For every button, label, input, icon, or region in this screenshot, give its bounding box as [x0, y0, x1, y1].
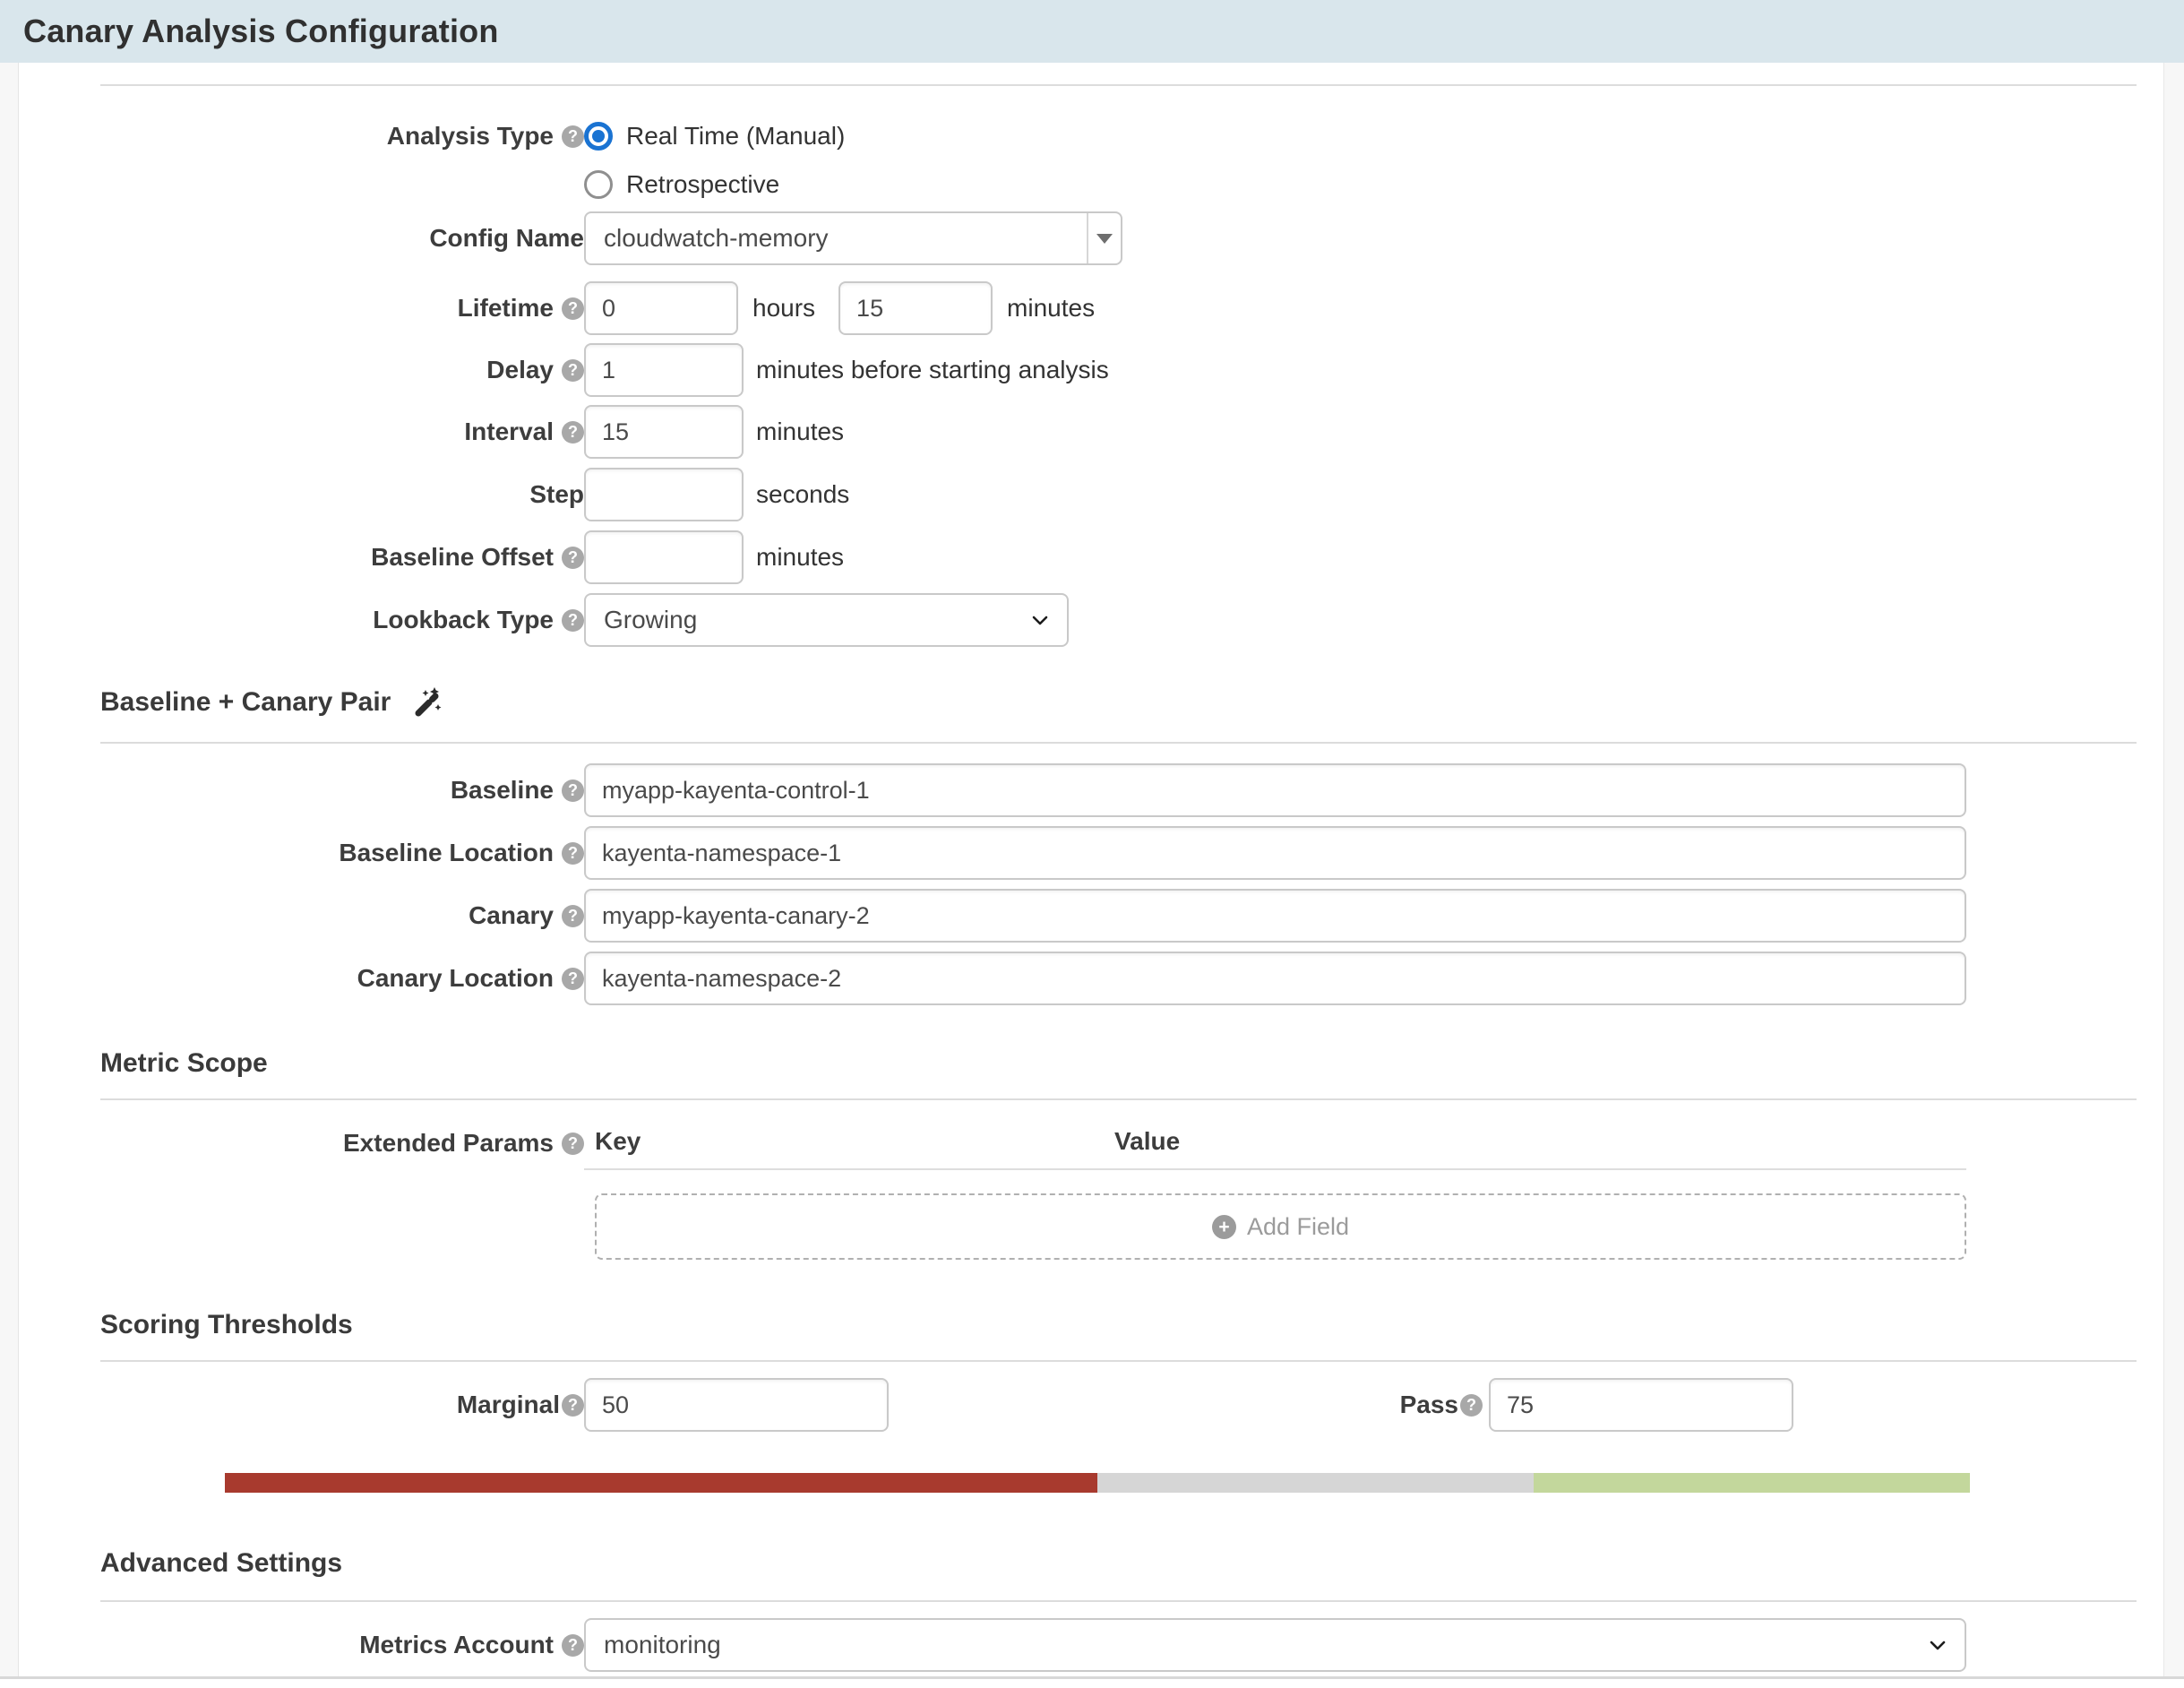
help-icon[interactable]: ?	[562, 1634, 584, 1657]
lifetime-label: Lifetime ?	[100, 294, 584, 323]
help-icon[interactable]: ?	[562, 779, 584, 802]
left-gutter	[0, 63, 19, 1676]
step-label: Step	[100, 480, 584, 509]
dropdown-caret-icon	[1096, 234, 1113, 244]
help-icon[interactable]: ?	[1460, 1394, 1483, 1417]
lookback-type-select[interactable]: Growing	[584, 593, 1069, 647]
metrics-account-label: Metrics Account ?	[100, 1631, 584, 1659]
score-threshold-bar	[225, 1473, 1970, 1493]
chevron-down-icon	[1028, 607, 1053, 633]
metric-scope-title: Metric Scope	[100, 1048, 2137, 1079]
baseline-offset-input[interactable]	[584, 530, 744, 584]
radio-real-time[interactable]: Real Time (Manual)	[584, 120, 845, 152]
radio-button-icon[interactable]	[584, 170, 613, 199]
pass-label: Pass ?	[889, 1391, 1483, 1419]
extended-params-header-row: Key Value	[584, 1127, 1966, 1170]
add-field-button[interactable]: + Add Field	[595, 1193, 1966, 1260]
config-name-select[interactable]: cloudwatch-memory	[584, 211, 1122, 265]
page-header: Canary Analysis Configuration	[0, 0, 2184, 63]
canary-location-label: Canary Location ?	[100, 964, 584, 993]
radio-retrospective-label[interactable]: Retrospective	[626, 170, 779, 199]
radio-retrospective[interactable]: Retrospective	[584, 168, 2137, 201]
lookback-type-label: Lookback Type ?	[100, 606, 584, 634]
delay-label: Delay ?	[100, 356, 584, 384]
magic-wand-icon[interactable]	[410, 686, 443, 719]
help-icon[interactable]: ?	[562, 547, 584, 569]
analysis-type-label: Analysis Type ?	[100, 122, 584, 151]
canary-config-panel: Analysis Type ? Real Time (Manual) Retro…	[19, 63, 2163, 1676]
step-unit: seconds	[756, 480, 849, 509]
dropdown-caret-button[interactable]	[1087, 213, 1121, 263]
lifetime-minutes-unit: minutes	[1007, 294, 1095, 323]
help-icon[interactable]: ?	[562, 359, 584, 382]
section-divider	[100, 84, 2137, 86]
interval-input[interactable]	[584, 405, 744, 459]
extended-params-table: Key Value + Add Field	[584, 1127, 1966, 1260]
extended-params-label: Extended Params ?	[100, 1129, 584, 1158]
delay-input[interactable]	[584, 343, 744, 397]
section-divider	[100, 1360, 2137, 1362]
lifetime-hours-unit: hours	[752, 294, 815, 323]
interval-label: Interval ?	[100, 418, 584, 446]
advanced-settings-title: Advanced Settings	[100, 1548, 2137, 1579]
help-icon[interactable]: ?	[562, 842, 584, 865]
help-icon[interactable]: ?	[562, 125, 584, 148]
pass-input[interactable]	[1489, 1378, 1793, 1432]
right-gutter	[2163, 63, 2184, 1676]
scoring-thresholds-title: Scoring Thresholds	[100, 1310, 2137, 1340]
help-icon[interactable]: ?	[562, 297, 584, 320]
radio-button-icon[interactable]	[584, 122, 613, 151]
step-input[interactable]	[584, 468, 744, 521]
baseline-offset-label: Baseline Offset ?	[100, 543, 584, 572]
canary-input[interactable]	[584, 889, 1966, 943]
panel-bottom-border	[0, 1676, 2184, 1679]
baseline-offset-unit: minutes	[756, 543, 844, 572]
baseline-location-label: Baseline Location ?	[100, 839, 584, 867]
page-title: Canary Analysis Configuration	[23, 13, 499, 50]
canary-location-input[interactable]	[584, 952, 1966, 1005]
section-divider	[100, 742, 2137, 744]
marginal-label: Marginal ?	[100, 1391, 584, 1419]
pair-section-title: Baseline + Canary Pair	[100, 686, 2137, 719]
section-divider	[100, 1098, 2137, 1100]
section-divider	[100, 1600, 2137, 1602]
score-bar-segment-pass	[1534, 1473, 1970, 1493]
score-bar-segment-neutral	[1097, 1473, 1534, 1493]
lookback-type-value: Growing	[604, 606, 697, 634]
help-icon[interactable]: ?	[562, 1133, 584, 1155]
score-bar-segment-fail	[225, 1473, 1097, 1493]
marginal-input[interactable]	[584, 1378, 889, 1432]
add-field-label: Add Field	[1247, 1213, 1349, 1241]
lifetime-minutes-input[interactable]	[838, 281, 993, 335]
baseline-label: Baseline ?	[100, 776, 584, 805]
radio-real-time-label[interactable]: Real Time (Manual)	[626, 122, 845, 151]
delay-unit: minutes before starting analysis	[756, 356, 1109, 384]
help-icon[interactable]: ?	[562, 609, 584, 632]
plus-circle-icon: +	[1212, 1215, 1236, 1239]
config-name-label: Config Name	[100, 224, 584, 253]
help-icon[interactable]: ?	[562, 968, 584, 990]
extended-params-value-header: Value	[1114, 1127, 1966, 1156]
help-icon[interactable]: ?	[562, 905, 584, 927]
help-icon[interactable]: ?	[562, 1394, 584, 1417]
config-name-value: cloudwatch-memory	[586, 224, 1087, 253]
extended-params-key-header: Key	[595, 1127, 1114, 1156]
baseline-location-input[interactable]	[584, 826, 1966, 880]
chevron-down-icon	[1925, 1632, 1950, 1658]
interval-unit: minutes	[756, 418, 844, 446]
metrics-account-select[interactable]: monitoring	[584, 1618, 1966, 1672]
canary-label: Canary ?	[100, 901, 584, 930]
metrics-account-value: monitoring	[604, 1631, 721, 1659]
help-icon[interactable]: ?	[562, 421, 584, 444]
baseline-input[interactable]	[584, 763, 1966, 817]
lifetime-hours-input[interactable]	[584, 281, 738, 335]
